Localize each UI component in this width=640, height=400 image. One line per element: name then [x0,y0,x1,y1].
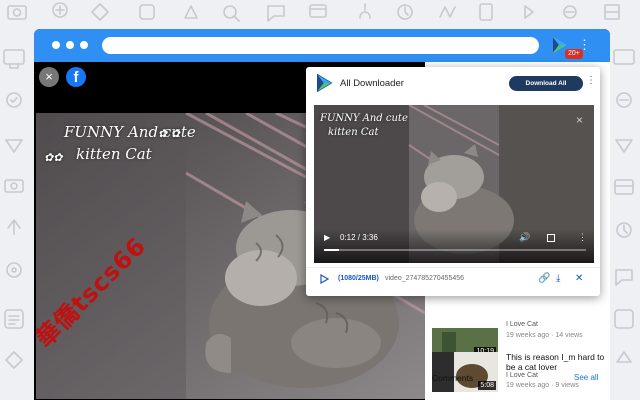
video-title[interactable]: This is reason I_m hard to be a cat love… [506,352,606,372]
window-dot-2[interactable] [66,41,74,49]
video-resolution: (1080/25MB) [338,275,379,282]
preview-video-player[interactable]: FUNNY And cute kitten Cat × ▶ 0:12 / 3:3… [314,105,594,263]
video-channel[interactable]: I Love Cat [506,372,538,379]
video-controls: ▶ 0:12 / 3:36 🔊 ⋮ [314,229,594,263]
play-icon[interactable] [319,274,329,284]
video-time: 0:12 / 3:36 [340,233,378,242]
popup-title: All Downloader [340,78,404,89]
paw-icon: ✿ ✿ [158,127,180,140]
three-dots-vertical-icon[interactable]: ⋮ [578,35,591,55]
preview-title-line1: FUNNY And cute [320,113,408,124]
video-duration: 5:08 [478,381,496,390]
paw-icon: ✿✿ [44,151,63,164]
close-icon[interactable]: × [39,67,59,87]
link-icon[interactable]: 🔗 [538,273,550,284]
video-meta: 19 weeks ago · 9 views [506,382,579,389]
video-channel[interactable]: I Love Cat [506,321,538,328]
close-icon[interactable]: × [576,113,583,127]
browser-titlebar: 20+ ⋮ [34,29,610,62]
all-downloader-popup: All Downloader Download All ⋮ FUNNY And … [306,67,600,296]
download-all-button[interactable]: Download All [509,76,583,91]
play-icon[interactable]: ▶ [324,233,330,242]
volume-icon[interactable]: 🔊 [519,232,530,243]
facebook-icon[interactable]: f [66,67,86,87]
see-all-link[interactable]: See all [574,373,598,382]
video-filename: video_274785270455456 [385,275,465,282]
window-dot-1[interactable] [52,41,60,49]
download-item-row: (1080/25MB) video_274785270455456 🔗 ⤓ ✕ [306,267,600,290]
fullscreen-icon[interactable] [547,234,555,242]
comments-label: Comments [432,373,474,383]
video-thumbnail[interactable]: 5:08 [432,352,498,392]
address-bar[interactable] [102,37,539,54]
three-dots-vertical-icon[interactable]: ⋮ [578,232,587,243]
three-dots-vertical-icon[interactable]: ⋮ [586,75,596,86]
video-title-line2: kitten Cat [76,145,152,163]
preview-title-line2: kitten Cat [328,127,379,138]
seek-bar[interactable] [324,249,586,251]
window-dot-3[interactable] [80,41,88,49]
seek-progress [324,249,339,251]
all-downloader-logo [317,73,333,93]
close-icon[interactable]: ✕ [575,273,583,284]
download-icon[interactable]: ⤓ [556,273,560,284]
video-meta: 19 weeks ago · 14 views [506,332,583,339]
